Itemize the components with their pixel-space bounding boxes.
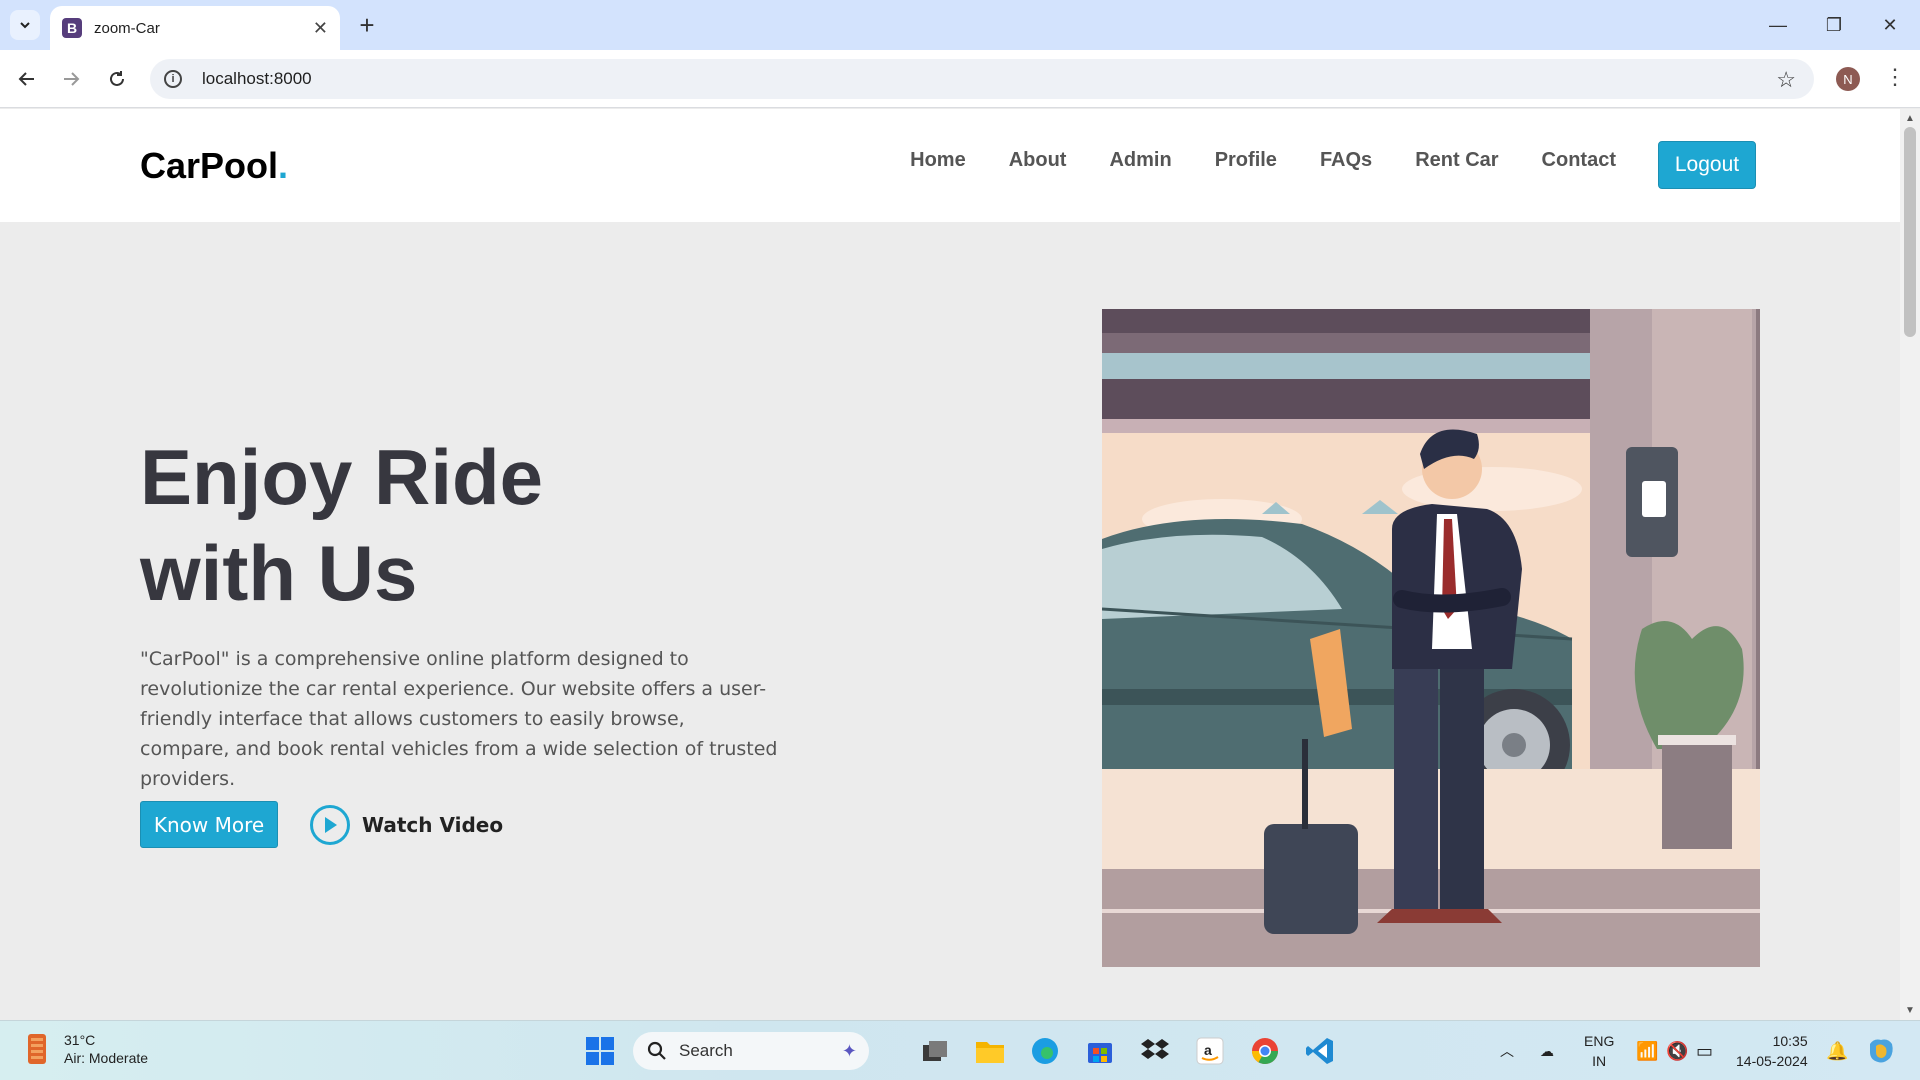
dropbox-icon[interactable] bbox=[1135, 1031, 1175, 1071]
nav-about[interactable]: About bbox=[1009, 149, 1067, 172]
lang-region: IN bbox=[1592, 1053, 1607, 1069]
hero-title-line1: Enjoy Ride bbox=[140, 433, 544, 521]
scroll-down-icon[interactable]: ▼ bbox=[1905, 1005, 1915, 1016]
edge-browser-icon[interactable] bbox=[1025, 1031, 1065, 1071]
clock-time: 10:35 bbox=[1772, 1033, 1808, 1049]
vscode-icon[interactable] bbox=[1300, 1031, 1340, 1071]
svg-text:a: a bbox=[1204, 1042, 1212, 1058]
watch-video-button[interactable]: Watch Video bbox=[310, 805, 503, 845]
search-icon bbox=[647, 1041, 666, 1060]
nav-rent-car[interactable]: Rent Car bbox=[1415, 149, 1498, 172]
language-indicator[interactable]: ENG IN bbox=[1584, 1031, 1614, 1071]
show-hidden-icons[interactable]: ︿ bbox=[1500, 1021, 1514, 1080]
minimize-button[interactable]: — bbox=[1750, 0, 1806, 50]
amazon-icon[interactable]: a bbox=[1190, 1031, 1230, 1071]
bookmark-star-icon[interactable]: ☆ bbox=[1776, 67, 1796, 93]
hero-title: Enjoy Ride with Us bbox=[140, 429, 543, 621]
nav-faqs[interactable]: FAQs bbox=[1320, 149, 1372, 172]
speaker-muted-icon[interactable]: 🔇 bbox=[1666, 1021, 1688, 1080]
chrome-icon[interactable] bbox=[1245, 1031, 1285, 1071]
browser-menu-icon[interactable]: ⋮ bbox=[1884, 64, 1906, 90]
play-icon bbox=[310, 805, 350, 845]
chevron-down-icon bbox=[20, 22, 30, 29]
lang-code: ENG bbox=[1584, 1033, 1615, 1049]
tab-search-button[interactable] bbox=[10, 10, 40, 40]
watch-video-label: Watch Video bbox=[362, 813, 504, 837]
weather-widget[interactable]: 31°C Air: Moderate bbox=[24, 1031, 148, 1067]
weather-desc: Air: Moderate bbox=[64, 1050, 149, 1066]
browser-tab[interactable]: B zoom-Car ✕ bbox=[50, 6, 340, 50]
main-nav: Home About Admin Profile FAQs Rent Car C… bbox=[910, 149, 1616, 172]
wifi-icon[interactable]: 📶 bbox=[1636, 1021, 1658, 1080]
browser-toolbar: i localhost:8000 ☆ N ⋮ bbox=[0, 50, 1920, 108]
logout-button[interactable]: Logout bbox=[1658, 141, 1756, 189]
scroll-thumb[interactable] bbox=[1904, 127, 1916, 337]
restore-button[interactable]: ❐ bbox=[1806, 0, 1862, 50]
logo-dot: . bbox=[278, 145, 289, 186]
nav-profile[interactable]: Profile bbox=[1215, 149, 1277, 172]
bootstrap-favicon-icon: B bbox=[62, 18, 82, 38]
weather-temp: 31°C bbox=[64, 1032, 96, 1048]
hero-description: "CarPool" is a comprehensive online plat… bbox=[140, 648, 778, 790]
profile-avatar[interactable]: N bbox=[1836, 67, 1860, 91]
search-label: Search bbox=[679, 1041, 733, 1060]
address-bar[interactable]: i localhost:8000 ☆ bbox=[150, 59, 1814, 99]
search-highlight-icon: ✦ bbox=[841, 1040, 857, 1061]
notification-bell-icon[interactable]: 🔔 bbox=[1826, 1021, 1848, 1080]
new-tab-button[interactable]: + bbox=[352, 10, 382, 40]
arrow-left-icon bbox=[18, 72, 34, 86]
arrow-right-icon bbox=[64, 72, 80, 86]
hero-illustration bbox=[1102, 309, 1760, 967]
hero-title-line2: with Us bbox=[140, 529, 418, 617]
scroll-up-icon[interactable]: ▲ bbox=[1905, 113, 1915, 124]
browser-tab-strip: B zoom-Car ✕ + — ❐ ✕ bbox=[0, 0, 1920, 50]
back-button[interactable] bbox=[12, 64, 42, 94]
logo-text: CarPool bbox=[140, 145, 279, 186]
tab-title: zoom-Car bbox=[94, 19, 160, 37]
reload-icon bbox=[110, 71, 124, 86]
file-explorer-icon[interactable] bbox=[970, 1031, 1010, 1071]
reload-button[interactable] bbox=[102, 64, 132, 94]
nav-admin[interactable]: Admin bbox=[1109, 149, 1171, 172]
battery-icon[interactable]: ▭ bbox=[1696, 1021, 1713, 1080]
know-more-button[interactable]: Know More bbox=[140, 801, 278, 848]
onedrive-icon[interactable]: ☁ bbox=[1540, 1021, 1554, 1080]
close-tab-icon[interactable]: ✕ bbox=[313, 18, 328, 39]
site-header: CarPool. Home About Admin Profile FAQs R… bbox=[0, 109, 1900, 222]
weather-icon bbox=[28, 1034, 46, 1064]
clock-date: 14-05-2024 bbox=[1736, 1053, 1808, 1069]
task-view-icon[interactable] bbox=[915, 1031, 955, 1071]
system-clock[interactable]: 10:35 14-05-2024 bbox=[1736, 1031, 1808, 1071]
taskbar-search[interactable]: Search ✦ bbox=[633, 1032, 869, 1070]
close-window-button[interactable]: ✕ bbox=[1862, 0, 1918, 50]
nav-home[interactable]: Home bbox=[910, 149, 966, 172]
windows-logo-icon bbox=[586, 1037, 614, 1065]
site-logo[interactable]: CarPool. bbox=[140, 145, 288, 187]
forward-button[interactable] bbox=[56, 64, 86, 94]
copilot-icon[interactable] bbox=[1866, 1021, 1896, 1080]
start-button[interactable] bbox=[580, 1031, 620, 1071]
windows-taskbar: 31°C Air: Moderate Search ✦ a ︿ ☁ ENG IN… bbox=[0, 1020, 1920, 1080]
site-info-icon[interactable]: i bbox=[164, 70, 182, 88]
microsoft-store-icon[interactable] bbox=[1080, 1031, 1120, 1071]
web-page: CarPool. Home About Admin Profile FAQs R… bbox=[0, 109, 1900, 1020]
page-scrollbar[interactable]: ▲ ▼ bbox=[1900, 109, 1920, 1020]
url-text: localhost:8000 bbox=[202, 69, 312, 88]
nav-contact[interactable]: Contact bbox=[1542, 149, 1616, 172]
